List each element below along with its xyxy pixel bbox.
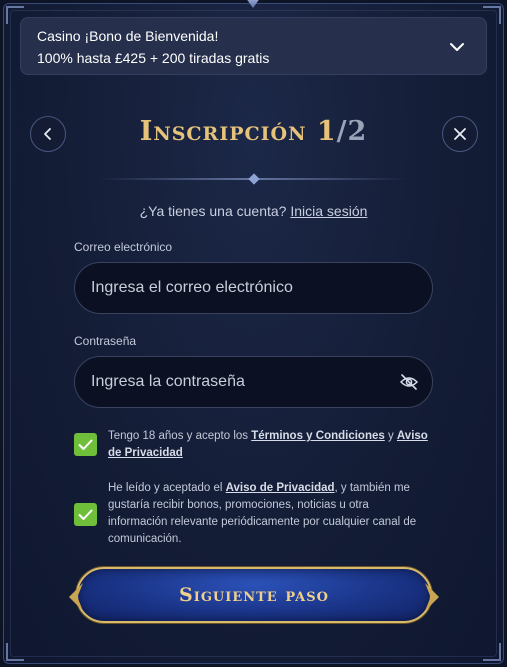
bonus-offer: 100% hasta £425 + 200 tiradas gratis [37,50,270,66]
next-step-label: Siguiente paso [179,584,329,606]
password-label: Contraseña [74,334,137,348]
marketing-consent-text: He leído y aceptado el Aviso de Privacid… [108,480,428,548]
email-field[interactable] [74,262,433,314]
next-step-button[interactable]: Siguiente paso [69,567,439,623]
login-link[interactable]: Inicia sesión [290,203,367,219]
password-field[interactable] [74,356,433,408]
page-title-main: Inscripción 1 [139,116,337,147]
terms-link[interactable]: Términos y Condiciones [251,430,385,442]
age-terms-checkbox[interactable] [74,433,97,456]
close-icon [454,128,466,140]
corner-ornament [483,643,501,661]
checkmark-icon [78,509,93,520]
email-label: Correo electrónico [74,240,173,254]
checkmark-icon [78,439,93,450]
consent-1-prefix: Tengo 18 años y acepto los [108,430,252,442]
page-title-step: /2 [336,116,368,147]
login-question: ¿Ya tienes una cuenta? [139,203,287,219]
welcome-bonus-banner[interactable]: Casino ¡Bono de Bienvenida! 100% hasta £… [20,17,487,75]
chevron-down-icon[interactable] [448,38,466,56]
privacy-notice-link-2[interactable]: Aviso de Privacidad [226,482,335,494]
close-button[interactable] [442,116,478,152]
eye-slash-icon[interactable] [399,373,419,391]
marketing-consent-checkbox[interactable] [74,503,97,526]
page-title: Inscripción 1/2 [0,116,507,147]
corner-ornament [6,643,24,661]
login-prompt: ¿Ya tienes una cuenta? Inicia sesión [0,203,507,219]
consent-1-mid: y [384,430,397,442]
consent-2-prefix: He leído y aceptado el [108,482,226,494]
bonus-title: Casino ¡Bono de Bienvenida! [37,28,219,44]
age-terms-consent-text: Tengo 18 años y acepto los Términos y Co… [108,428,428,462]
